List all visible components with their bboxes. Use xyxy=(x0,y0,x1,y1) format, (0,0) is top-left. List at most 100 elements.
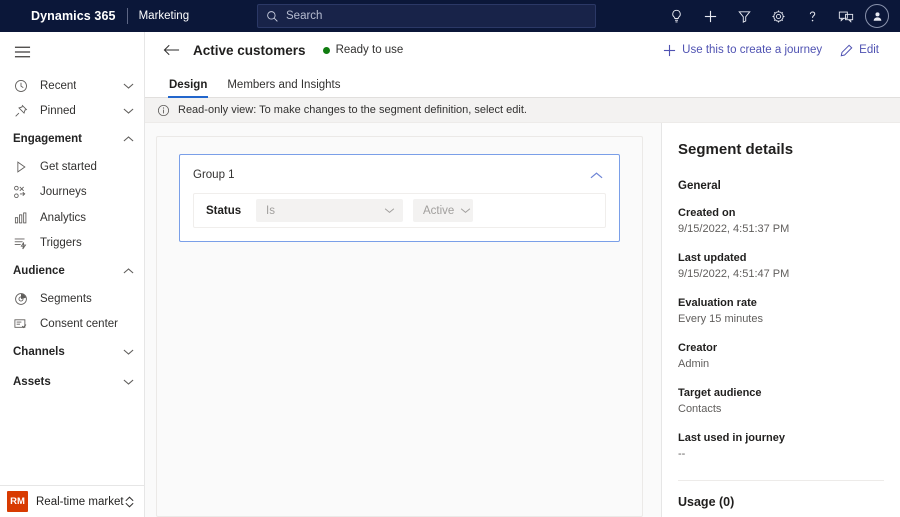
detail-field-last-used-in-journey: Last used in journey -- xyxy=(678,431,884,462)
feedback-chat-icon[interactable] xyxy=(829,0,863,32)
sidebar-nav: Recent Pinned Engagement Get started Jou… xyxy=(0,72,144,485)
page-title: Active customers xyxy=(193,42,306,58)
readonly-notice: Read-only view: To make changes to the s… xyxy=(145,98,900,123)
chevron-up-icon[interactable] xyxy=(586,166,606,184)
search-input[interactable]: Search xyxy=(257,4,596,28)
product-brand: Dynamics 365 xyxy=(31,9,116,23)
status-badge: Ready to use xyxy=(322,44,404,56)
panel-divider xyxy=(678,480,884,481)
chevron-down-icon xyxy=(374,207,395,214)
details-panel-title: Segment details xyxy=(678,141,794,158)
sidebar-item-pinned[interactable]: Pinned xyxy=(0,99,144,125)
sidebar-group-label: Channels xyxy=(13,346,65,358)
chevron-up-down-icon xyxy=(124,495,135,509)
avatar[interactable] xyxy=(865,4,889,28)
details-general-heading: General xyxy=(678,180,721,192)
tab-members-and-insights[interactable]: Members and Insights xyxy=(217,79,350,97)
condition-operator-dropdown[interactable]: Is xyxy=(256,199,403,222)
content-split: Group 1 Status Is Active Segment details… xyxy=(145,123,900,517)
sidebar-item-get-started[interactable]: Get started xyxy=(0,154,144,180)
settings-gear-icon[interactable] xyxy=(761,0,795,32)
field-label: Last used in journey xyxy=(678,432,785,444)
triggers-icon xyxy=(12,235,29,251)
chevron-up-icon xyxy=(123,135,134,143)
sidebar-group-audience[interactable]: Audience xyxy=(0,256,144,286)
group-title: Group 1 xyxy=(193,169,235,181)
sidebar-group-label: Audience xyxy=(13,265,65,277)
sidebar-item-consent-center[interactable]: Consent center xyxy=(0,312,144,338)
app-body: Recent Pinned Engagement Get started Jou… xyxy=(0,32,900,517)
sidebar-group-channels[interactable]: Channels xyxy=(0,337,144,367)
sidebar-group-assets[interactable]: Assets xyxy=(0,367,144,397)
clock-icon xyxy=(12,78,29,94)
chevron-up-icon xyxy=(123,267,134,275)
edit-button[interactable]: Edit xyxy=(833,36,886,64)
analytics-icon xyxy=(12,210,29,226)
field-label: Target audience xyxy=(678,387,762,399)
field-label: Evaluation rate xyxy=(678,297,757,309)
edit-label: Edit xyxy=(859,44,879,56)
search-placeholder: Search xyxy=(286,10,323,22)
field-label: Creator xyxy=(678,342,718,354)
area-badge: RM xyxy=(7,491,28,512)
condition-value-dropdown[interactable]: Active xyxy=(413,199,473,222)
app-header: Dynamics 365 Marketing Search xyxy=(0,0,900,32)
use-this-to-create-a-journey-button[interactable]: Use this to create a journey xyxy=(656,36,829,64)
segment-details-panel: Segment details General Created on 9/15/… xyxy=(661,123,900,517)
tab-design[interactable]: Design xyxy=(159,79,217,98)
detail-field-last-updated: Last updated 9/15/2022, 4:51:47 PM xyxy=(678,251,884,282)
plus-icon xyxy=(664,44,676,56)
sidebar-item-label: Consent center xyxy=(40,318,118,331)
chevron-down-icon xyxy=(123,82,134,90)
help-question-icon[interactable] xyxy=(795,0,829,32)
sidebar-item-label: Analytics xyxy=(40,211,87,224)
sidebar-item-analytics[interactable]: Analytics xyxy=(0,205,144,231)
group-header: Group 1 xyxy=(193,166,606,193)
sidebar-item-journeys[interactable]: Journeys xyxy=(0,180,144,206)
sidebar-group-engagement[interactable]: Engagement xyxy=(0,124,144,154)
brand-divider xyxy=(126,8,128,24)
header-icon-group xyxy=(659,0,894,32)
condition-operator-value: Is xyxy=(266,204,275,217)
filter-funnel-icon[interactable] xyxy=(727,0,761,32)
app-root: Dynamics 365 Marketing Search Recent Pin… xyxy=(0,0,900,517)
field-value: 9/15/2022, 4:51:37 PM xyxy=(678,223,790,235)
area-switcher[interactable]: RM Real-time marketi... xyxy=(0,485,144,517)
sidebar-group-label: Engagement xyxy=(13,133,83,145)
area-switcher-label: Real-time marketi... xyxy=(36,495,124,508)
sidebar-item-label: Pinned xyxy=(40,105,76,118)
sidebar-item-segments[interactable]: Segments xyxy=(0,286,144,312)
condition-attribute-label: Status xyxy=(206,204,242,217)
detail-field-target-audience: Target audience Contacts xyxy=(678,386,884,417)
search-icon xyxy=(267,10,278,22)
status-dot-icon xyxy=(322,46,330,54)
sidebar-item-recent[interactable]: Recent xyxy=(0,73,144,99)
sidebar-group-label: Assets xyxy=(13,376,51,388)
sitemap-hamburger-icon[interactable] xyxy=(0,32,144,72)
back-arrow-icon[interactable] xyxy=(157,36,185,64)
insights-lightbulb-icon[interactable] xyxy=(659,0,693,32)
sidebar-item-label: Triggers xyxy=(40,237,82,250)
sidebar-item-label: Segments xyxy=(40,292,92,305)
chevron-down-icon xyxy=(123,107,134,115)
status-label: Ready to use xyxy=(335,44,404,56)
sidebar-item-label: Journeys xyxy=(40,186,87,199)
field-value: Contacts xyxy=(678,403,722,415)
info-circle-icon xyxy=(157,104,170,116)
pencil-icon xyxy=(840,44,853,56)
command-bar-actions: Use this to create a journey Edit xyxy=(656,36,886,64)
tab-list: Design Members and Insights xyxy=(145,68,900,98)
readonly-notice-text: Read-only view: To make changes to the s… xyxy=(178,104,527,116)
quick-create-plus-icon[interactable] xyxy=(693,0,727,32)
designer-panel: Group 1 Status Is Active xyxy=(156,136,643,517)
app-name: Marketing xyxy=(138,10,190,22)
main-region: Active customers Ready to use Use this t… xyxy=(145,32,900,517)
condition-value: Active xyxy=(423,204,455,217)
chevron-down-icon xyxy=(123,378,134,386)
group-card[interactable]: Group 1 Status Is Active xyxy=(179,154,620,242)
detail-field-creator: Creator Admin xyxy=(678,341,884,372)
usage-heading: Usage (0) xyxy=(678,495,735,509)
pin-icon xyxy=(12,103,29,119)
field-value: Every 15 minutes xyxy=(678,313,763,325)
sidebar-item-triggers[interactable]: Triggers xyxy=(0,231,144,257)
